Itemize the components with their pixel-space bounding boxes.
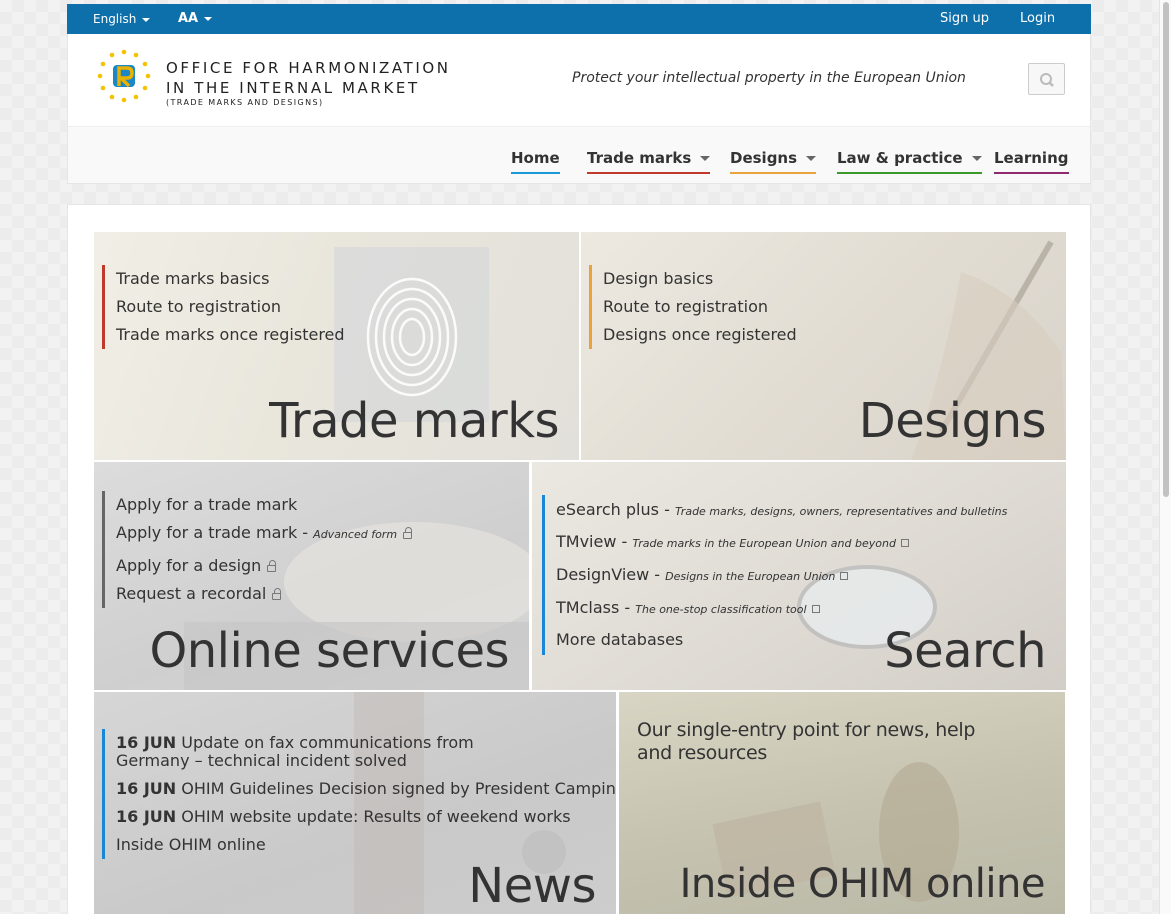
search-button[interactable] — [1028, 63, 1065, 95]
link-request-recordal-label: Request a recordal — [116, 584, 267, 603]
chevron-down-icon — [142, 17, 151, 22]
language-label: English — [93, 12, 137, 26]
esearch-plus-label: eSearch plus — [556, 500, 659, 519]
link-apply-trade-mark-advanced[interactable]: Apply for a trade mark - Advanced form — [116, 519, 413, 549]
logo-line-3: (TRADE MARKS AND DESIGNS) — [166, 98, 324, 107]
news-date-1: 16 JUN — [116, 733, 177, 752]
esearch-plus-desc: Trade marks, designs, owners, representa… — [674, 505, 1008, 518]
nav-law-practice-label: Law & practice — [837, 149, 963, 167]
news-text-2: OHIM Guidelines Decision signed by Presi… — [181, 779, 616, 798]
lock-icon — [272, 588, 282, 600]
link-apply-trade-mark-advanced-label: Apply for a trade mark — [116, 523, 298, 542]
link-design-route-to-registration[interactable]: Route to registration — [603, 293, 797, 321]
nav-trade-marks-label: Trade marks — [587, 149, 692, 167]
tile-search[interactable]: eSearch plus - Trade marks, designs, own… — [532, 462, 1066, 690]
news-text-3: OHIM website update: Results of weekend … — [181, 807, 571, 826]
link-designs-once-registered[interactable]: Designs once registered — [603, 321, 797, 349]
search-icon — [1040, 73, 1054, 87]
logo-line-1: OFFICE FOR HARMONIZATION — [166, 59, 451, 77]
designs-links: Design basics Route to registration Desi… — [589, 265, 797, 349]
link-tm-route-to-registration[interactable]: Route to registration — [116, 293, 345, 321]
tile-title-online-services[interactable]: Online services — [149, 627, 509, 675]
tmview-label: TMview — [556, 532, 617, 551]
chevron-down-icon — [700, 156, 711, 161]
nav-designs[interactable]: Designs — [730, 149, 817, 174]
site-tagline: Protect your intellectual property in th… — [572, 70, 966, 86]
main-nav: Home Trade marks Designs Law & practice … — [68, 126, 1090, 183]
link-request-recordal[interactable]: Request a recordal — [116, 580, 412, 608]
site-header: OFFICE FOR HARMONIZATION IN THE INTERNAL… — [67, 34, 1091, 184]
nav-home[interactable]: Home — [511, 149, 560, 174]
tile-title-search[interactable]: Search — [884, 627, 1046, 675]
link-apply-design-label: Apply for a design — [116, 556, 262, 575]
advanced-form-label: Advanced form — [313, 528, 398, 541]
external-link-icon — [900, 539, 909, 547]
trade-marks-links: Trade marks basics Route to registration… — [102, 265, 345, 349]
main-panel: Trade marks basics Route to registration… — [67, 204, 1091, 914]
external-link-icon — [840, 572, 849, 580]
lock-icon — [403, 527, 413, 539]
designview-desc: Designs in the European Union — [665, 570, 836, 583]
tmview-desc: Trade marks in the European Union and be… — [632, 537, 896, 550]
news-date-2: 16 JUN — [116, 779, 177, 798]
signup-link[interactable]: Sign up — [940, 11, 989, 26]
link-trade-marks-once-registered[interactable]: Trade marks once registered — [116, 321, 345, 349]
tile-title-news[interactable]: News — [468, 862, 596, 910]
nav-designs-label: Designs — [730, 149, 798, 167]
news-item-1[interactable]: 16 JUN Update on fax communications from… — [116, 729, 546, 775]
link-tmview[interactable]: TMview - Trade marks in the European Uni… — [556, 527, 1007, 559]
tile-inside-ohim[interactable]: Our single-entry point for news, help an… — [619, 692, 1065, 914]
tile-title-designs[interactable]: Designs — [859, 397, 1047, 445]
link-esearch-plus[interactable]: eSearch plus - Trade marks, designs, own… — [556, 495, 1007, 527]
tile-title-trade-marks[interactable]: Trade marks — [269, 397, 559, 445]
scrollbar-thumb[interactable] — [1163, 2, 1169, 497]
logo-line-2: IN THE INTERNAL MARKET — [166, 79, 420, 97]
tile-designs[interactable]: Design basics Route to registration Desi… — [581, 232, 1066, 460]
link-apply-design[interactable]: Apply for a design — [116, 552, 412, 580]
news-links: 16 JUN Update on fax communications from… — [102, 729, 616, 859]
nav-learning-label: Learning — [994, 149, 1069, 167]
nav-trade-marks[interactable]: Trade marks — [587, 149, 711, 174]
link-apply-trade-mark[interactable]: Apply for a trade mark — [116, 491, 412, 519]
news-date-3: 16 JUN — [116, 807, 177, 826]
top-bar: English AA Sign up Login — [67, 4, 1091, 34]
designview-label: DesignView — [556, 565, 650, 584]
link-trade-marks-basics[interactable]: Trade marks basics — [116, 265, 345, 293]
login-link[interactable]: Login — [1020, 11, 1055, 26]
tile-title-inside-ohim[interactable]: Inside OHIM online — [680, 864, 1046, 904]
news-item-2[interactable]: 16 JUN OHIM Guidelines Decision signed b… — [116, 775, 616, 803]
language-selector[interactable]: English — [93, 12, 151, 26]
lock-icon — [267, 560, 277, 572]
tmclass-desc: The one-stop classification tool — [635, 603, 807, 616]
tile-online-services[interactable]: Apply for a trade mark Apply for a trade… — [94, 462, 529, 690]
nav-home-label: Home — [511, 149, 560, 167]
link-tmclass[interactable]: TMclass - The one-stop classification to… — [556, 593, 1007, 625]
link-design-basics[interactable]: Design basics — [603, 265, 797, 293]
link-designview[interactable]: DesignView - Designs in the European Uni… — [556, 559, 1007, 593]
logo-text[interactable]: OFFICE FOR HARMONIZATION IN THE INTERNAL… — [166, 58, 451, 107]
chevron-down-icon — [971, 156, 982, 161]
link-inside-ohim-online[interactable]: Inside OHIM online — [116, 831, 602, 859]
external-link-icon — [811, 605, 820, 613]
chevron-down-icon — [806, 156, 817, 161]
inside-ohim-subtitle: Our single-entry point for news, help an… — [637, 719, 976, 764]
online-services-links: Apply for a trade mark Apply for a trade… — [102, 491, 413, 608]
news-item-3[interactable]: 16 JUN OHIM website update: Results of w… — [116, 803, 602, 831]
ohim-logo-icon[interactable] — [94, 46, 154, 106]
tmclass-label: TMclass — [556, 598, 620, 617]
nav-law-practice[interactable]: Law & practice — [837, 149, 982, 174]
tile-trade-marks[interactable]: Trade marks basics Route to registration… — [94, 232, 579, 460]
page-scrollbar[interactable] — [1159, 0, 1171, 914]
nav-learning[interactable]: Learning — [994, 149, 1069, 174]
font-size-selector[interactable]: AA — [178, 11, 213, 26]
tile-news[interactable]: 16 JUN Update on fax communications from… — [94, 692, 616, 914]
font-size-label: AA — [178, 11, 199, 26]
chevron-down-icon — [204, 16, 213, 21]
